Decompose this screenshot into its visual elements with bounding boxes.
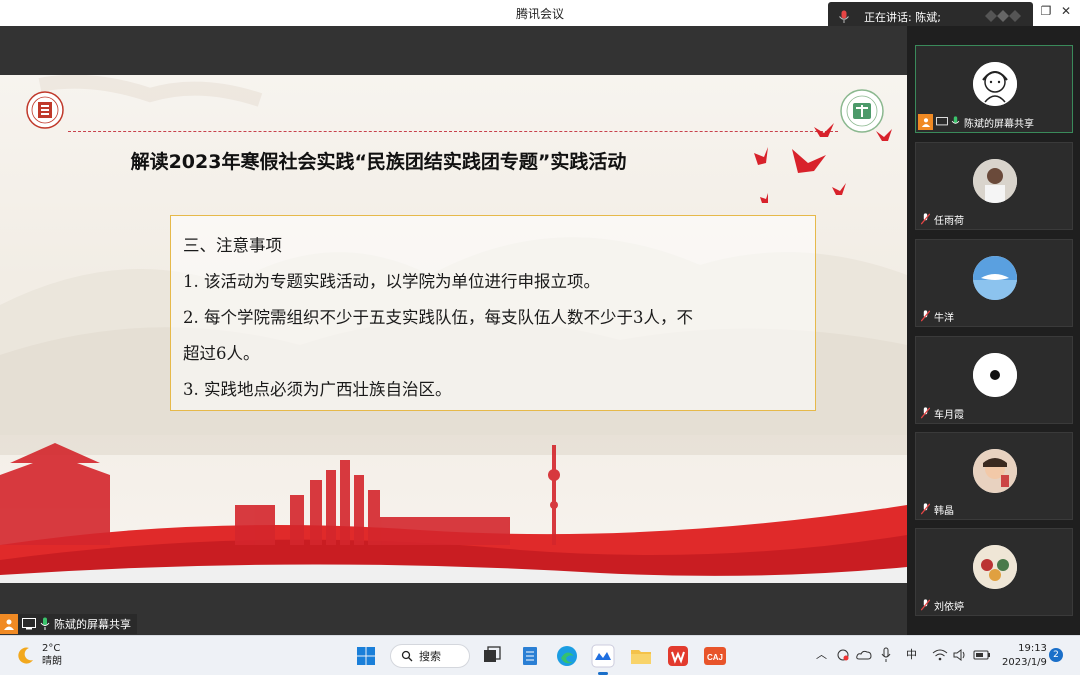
- system-clock[interactable]: 19:13 2023/1/9: [1002, 642, 1047, 670]
- participant-sidebar: 陈斌的屏幕共享 任雨荷 牛洋 车月霞 韩晶 刘依婷: [907, 26, 1080, 635]
- weather-temp: 2°C: [42, 643, 61, 654]
- participant-tile[interactable]: 任雨荷: [915, 142, 1073, 230]
- notice-box: 三、注意事项 1. 该活动为专题实践活动，以学院为单位进行申报立项。 2. 每个…: [170, 215, 816, 411]
- participant-name: 牛洋: [934, 312, 954, 324]
- participant-tile[interactable]: 韩晶: [915, 432, 1073, 520]
- mic-muted-icon: [921, 213, 930, 225]
- ime-indicator[interactable]: 中: [906, 646, 917, 662]
- moon-weather-icon: [18, 647, 33, 664]
- participant-tile[interactable]: 陈斌的屏幕共享: [915, 45, 1073, 133]
- taskbar-search[interactable]: 搜索: [390, 644, 470, 668]
- notice-heading: 三、注意事项: [183, 236, 282, 255]
- restore-icon[interactable]: ❐: [1038, 4, 1054, 18]
- participant-name: 韩晶: [934, 505, 954, 517]
- speaking-text: 正在讲话: 陈斌;: [864, 11, 941, 24]
- windows-taskbar: 2°C 晴朗 搜索 CAJ ︿ 中 19:13 2023/1/9 2: [0, 635, 1080, 675]
- notice-item: 2. 每个学院需组织不少于五支实践队伍，每支队伍人数不少于3人，不: [183, 308, 693, 327]
- avatar: [973, 545, 1017, 589]
- onedrive-cloud-icon[interactable]: [856, 649, 872, 661]
- microphone-icon[interactable]: [880, 647, 892, 663]
- tencent-meeting-icon[interactable]: [591, 644, 615, 668]
- wps-icon[interactable]: [666, 644, 690, 668]
- watermark-icon: [985, 10, 1021, 22]
- mic-muted-icon: [921, 503, 930, 515]
- participant-caption: 牛洋: [918, 308, 954, 324]
- screen-share-label: 陈斌的屏幕共享: [0, 614, 137, 634]
- university-seal-left-icon: [26, 91, 64, 129]
- edge-icon[interactable]: [555, 644, 579, 668]
- slide-title: 解读2023年寒假社会实践“民族团结实践团专题”实践活动: [130, 151, 627, 173]
- mic-on-icon: [40, 617, 50, 630]
- avatar: [973, 256, 1017, 300]
- notification-badge[interactable]: 2: [1049, 648, 1063, 662]
- participant-caption: 任雨荷: [918, 211, 964, 227]
- clock-date: 2023/1/9: [1002, 657, 1047, 668]
- participant-tile[interactable]: 车月霞: [915, 336, 1073, 424]
- participant-caption: 韩晶: [918, 501, 954, 517]
- avatar: [973, 159, 1017, 203]
- notes-icon[interactable]: [518, 644, 542, 668]
- mic-speaking-icon: [839, 10, 849, 23]
- caj-icon[interactable]: CAJ: [703, 644, 727, 668]
- participant-caption: 刘依婷: [918, 597, 964, 613]
- participant-tile[interactable]: 刘依婷: [915, 528, 1073, 616]
- mic-muted-icon: [921, 407, 930, 419]
- chevron-up-icon[interactable]: ︿: [816, 646, 827, 662]
- svg-text:CAJ: CAJ: [707, 653, 723, 662]
- participant-name: 刘依婷: [934, 601, 964, 613]
- participant-name: 任雨荷: [934, 215, 964, 227]
- sync-icon[interactable]: [836, 648, 850, 662]
- shared-slide: 解读2023年寒假社会实践“民族团结实践团专题”实践活动 三、注意事项 1. 该…: [0, 75, 907, 583]
- participant-caption: 陈斌的屏幕共享: [918, 114, 1034, 130]
- avatar: [973, 449, 1017, 493]
- file-explorer-icon[interactable]: [629, 644, 653, 668]
- battery-icon[interactable]: [973, 649, 991, 661]
- close-icon[interactable]: ✕: [1058, 4, 1074, 18]
- share-label-text: 陈斌的屏幕共享: [54, 618, 131, 631]
- header-divider: [68, 131, 838, 132]
- weather-desc: 晴朗: [42, 656, 62, 667]
- notice-item: 1. 该活动为专题实践活动，以学院为单位进行申报立项。: [183, 272, 600, 291]
- share-person-icon: [918, 114, 933, 130]
- volume-icon[interactable]: [952, 648, 968, 662]
- avatar: [973, 62, 1017, 106]
- weather-widget[interactable]: 2°C 晴朗: [16, 642, 62, 668]
- wifi-icon[interactable]: [932, 648, 948, 662]
- notice-item-continued: 超过6人。: [183, 344, 260, 363]
- red-skyline-decoration: [0, 443, 907, 583]
- search-label: 搜索: [419, 650, 441, 663]
- windows-start-icon[interactable]: [354, 644, 378, 668]
- avatar: [973, 353, 1017, 397]
- notice-item: 3. 实践地点必须为广西壮族自治区。: [183, 380, 452, 399]
- search-icon: [401, 650, 413, 662]
- participant-name: 陈斌的屏幕共享: [964, 118, 1034, 130]
- participant-caption: 车月霞: [918, 405, 964, 421]
- clock-time: 19:13: [1018, 643, 1047, 654]
- mic-on-icon: [951, 116, 960, 124]
- mic-muted-icon: [921, 599, 930, 611]
- participant-tile[interactable]: 牛洋: [915, 239, 1073, 327]
- task-view-icon[interactable]: [480, 644, 504, 668]
- screen-share-icon: [936, 117, 948, 126]
- share-person-icon: [0, 614, 18, 634]
- mic-muted-icon: [921, 310, 930, 322]
- screen-share-icon: [22, 618, 36, 630]
- participant-name: 车月霞: [934, 409, 964, 421]
